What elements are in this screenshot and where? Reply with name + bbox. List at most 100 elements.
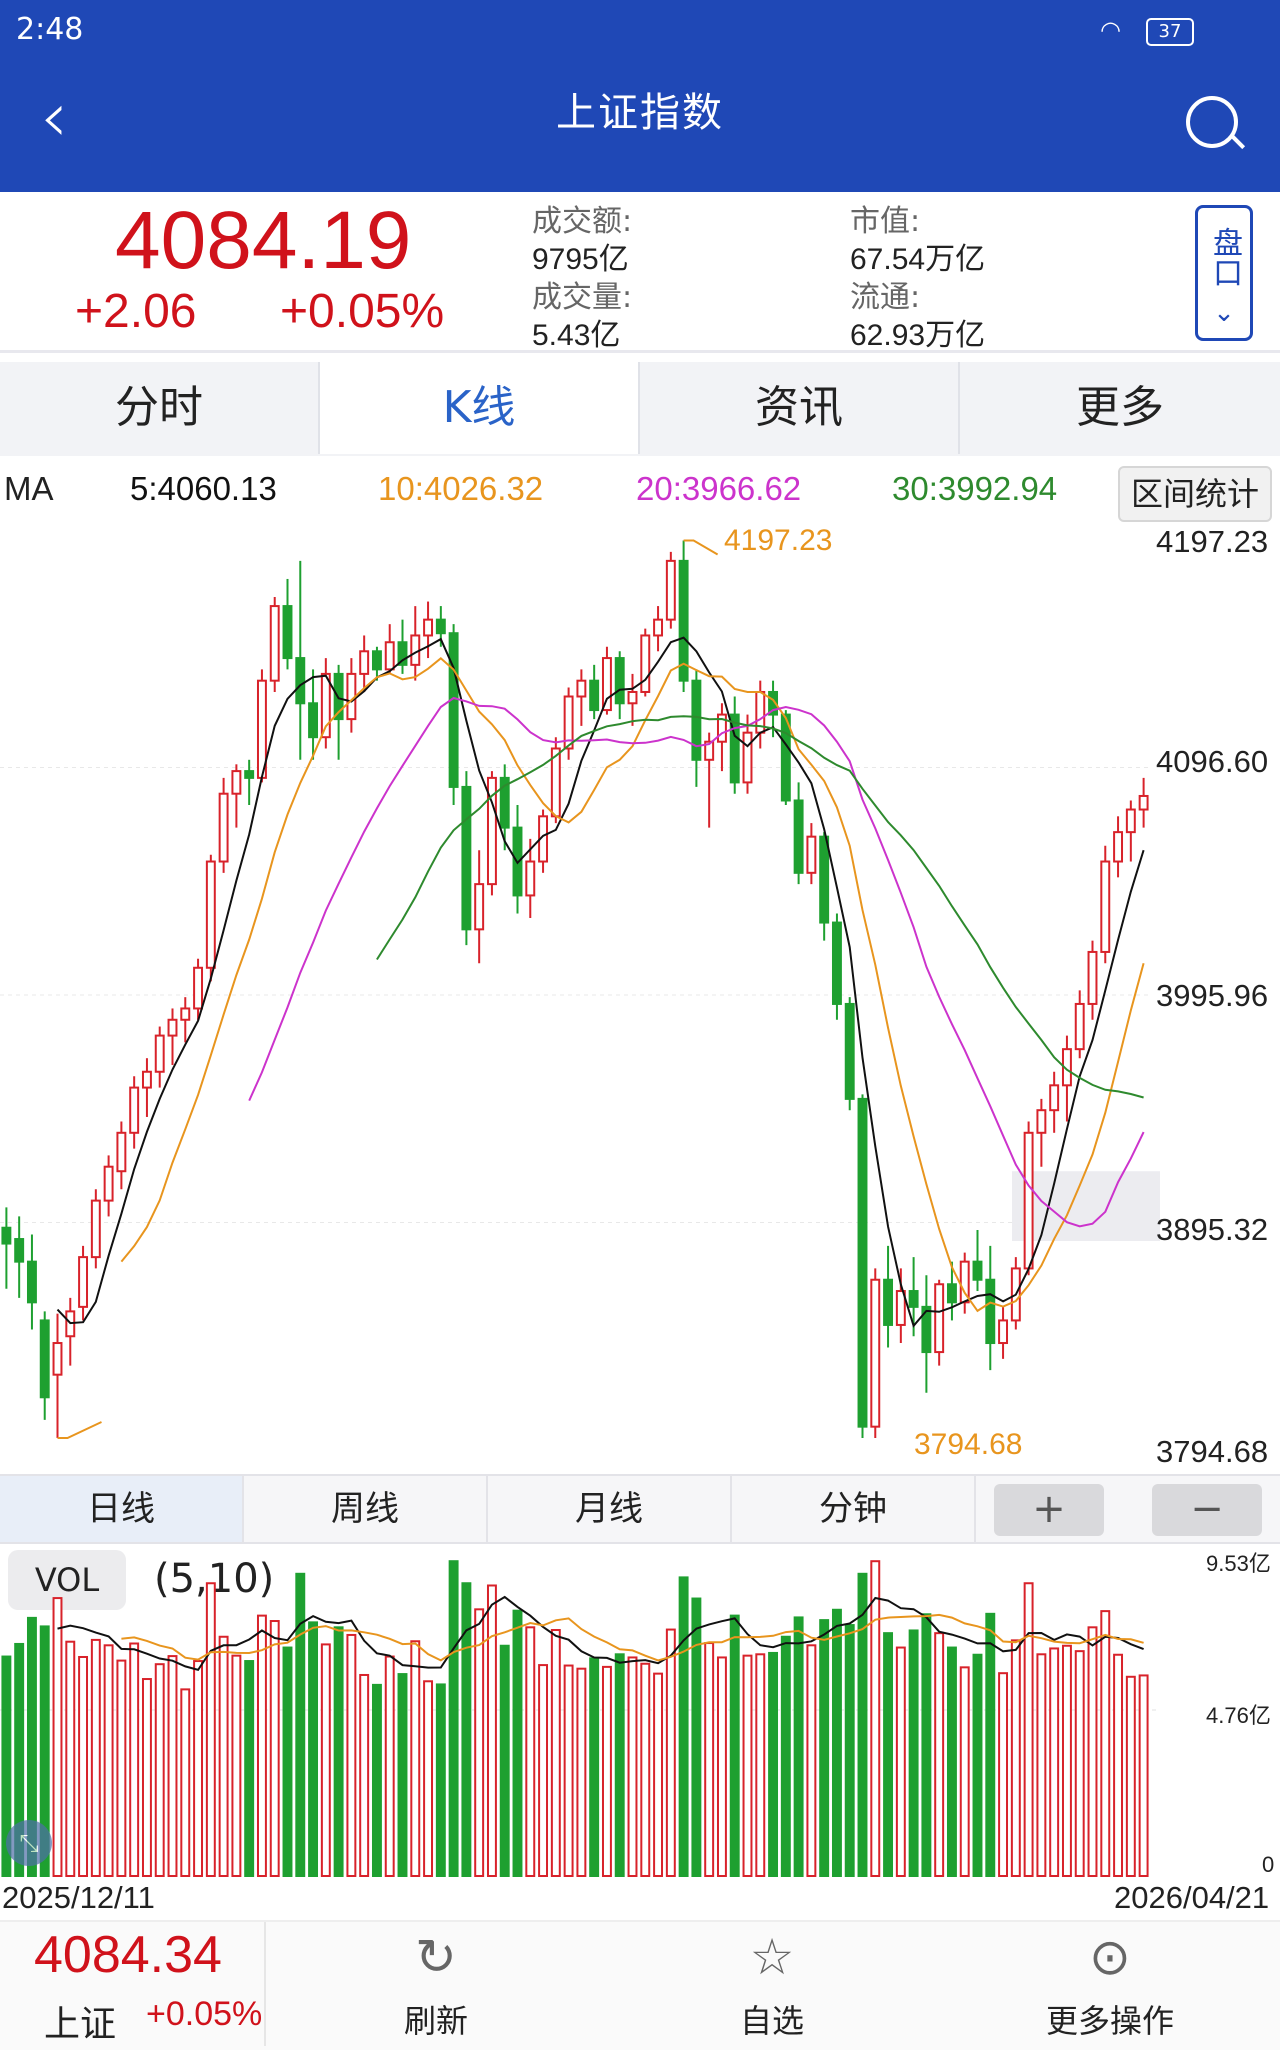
- pankou-button[interactable]: 盘口 ⌄: [1195, 205, 1253, 341]
- volume-bar: [397, 1673, 408, 1877]
- candle-body: [742, 731, 753, 784]
- ma-label: MA: [4, 470, 54, 507]
- refresh-icon[interactable]: ↻: [376, 1928, 496, 1986]
- ma10-value: 10:4026.32: [378, 470, 544, 507]
- tab-news[interactable]: 资讯: [640, 362, 960, 454]
- star-icon[interactable]: ☆: [712, 1928, 832, 1986]
- volume-bar: [576, 1667, 587, 1877]
- volume-bar: [282, 1646, 293, 1877]
- volume-bar: [985, 1612, 996, 1878]
- vol-tick-label: 4.76亿: [1206, 1703, 1271, 1728]
- volume-bar: [665, 1628, 676, 1878]
- zoom-in-button[interactable]: +: [994, 1484, 1104, 1536]
- bottom-price: 4084.34: [34, 1926, 222, 1984]
- candle-body: [359, 650, 370, 675]
- volume-chart[interactable]: [0, 1540, 1200, 1880]
- candle-body: [116, 1131, 127, 1173]
- more-actions-label[interactable]: 更多操作: [1020, 1996, 1200, 2042]
- candle-body: [39, 1319, 50, 1399]
- candle-body: [371, 650, 382, 671]
- volume-bar: [52, 1597, 63, 1877]
- divider: [0, 350, 1280, 353]
- y-tick-label: 3895.32: [1156, 1212, 1269, 1247]
- search-icon[interactable]: [1186, 96, 1238, 148]
- volume-bar: [691, 1597, 702, 1877]
- candle-body: [883, 1278, 894, 1326]
- ma30-value: 30:3992.94: [892, 470, 1058, 507]
- high-leader: [683, 539, 719, 556]
- volume-bar: [256, 1614, 267, 1877]
- volume-bar: [857, 1572, 868, 1878]
- kline-chart[interactable]: [0, 520, 1280, 1470]
- interval-stats-button[interactable]: 区间统计: [1118, 466, 1272, 522]
- tab-kline[interactable]: K线: [320, 362, 640, 454]
- volume-bar: [359, 1673, 370, 1877]
- volume-bar: [180, 1688, 191, 1877]
- candle-body: [435, 618, 446, 635]
- volume-bar: [116, 1659, 127, 1878]
- candle-body: [653, 618, 664, 637]
- candle-body: [1023, 1131, 1034, 1270]
- ma10-line: [120, 656, 1145, 1313]
- volume-bar: [870, 1560, 881, 1877]
- volume-bar: [461, 1582, 472, 1877]
- candle-body: [640, 634, 651, 693]
- candle-body: [244, 770, 255, 779]
- volume-bar: [614, 1653, 625, 1877]
- y-tick-label: 4197.23: [1156, 524, 1269, 559]
- volume-bar: [793, 1616, 804, 1877]
- volume-bar: [499, 1644, 510, 1877]
- volume-bar: [129, 1642, 140, 1877]
- zoom-out-button[interactable]: −: [1152, 1484, 1262, 1536]
- volume-bar: [346, 1633, 357, 1877]
- volume-bar: [65, 1640, 76, 1877]
- volume-bar: [831, 1608, 842, 1878]
- volume-bar: [844, 1624, 855, 1877]
- tab-more[interactable]: 更多: [960, 362, 1280, 454]
- candle-body: [1036, 1109, 1047, 1134]
- candle-body: [269, 605, 280, 682]
- volume-bar: [755, 1653, 766, 1877]
- candle-body: [1, 1226, 12, 1245]
- volume-bar: [627, 1656, 638, 1877]
- volume-bar: [946, 1646, 957, 1877]
- candle-body: [129, 1086, 140, 1134]
- volume-bar: [934, 1632, 945, 1877]
- expand-icon[interactable]: ⤡: [6, 1820, 52, 1866]
- tab-timeshare[interactable]: 分时: [0, 362, 320, 454]
- candle-body: [103, 1165, 114, 1202]
- candle-body: [1100, 860, 1111, 953]
- candle-body: [154, 1034, 165, 1073]
- volume-bar: [1074, 1650, 1085, 1878]
- candle-body: [601, 657, 612, 712]
- end-date: 2026/04/21: [1114, 1880, 1270, 1915]
- volume-bar: [653, 1672, 664, 1877]
- volume-bar: [512, 1609, 523, 1878]
- price-change: +2.06: [75, 285, 197, 338]
- candle-body: [1087, 950, 1098, 1005]
- candle-body: [448, 632, 459, 788]
- more-dots-icon[interactable]: ⊙: [1050, 1928, 1170, 1986]
- float-value: 62.93万亿: [850, 319, 986, 352]
- volume-bar: [921, 1613, 932, 1878]
- candle-body: [308, 702, 319, 739]
- y-tick-label: 4096.60: [1156, 744, 1269, 779]
- volume-bar: [780, 1635, 791, 1877]
- volume-bar: [308, 1621, 319, 1877]
- watchlist-label[interactable]: 自选: [682, 1996, 862, 2042]
- high-annotation: 4197.23: [724, 524, 833, 557]
- tab-monthly[interactable]: 月线: [488, 1476, 732, 1542]
- volume-bar: [154, 1663, 165, 1877]
- tab-minute[interactable]: 分钟: [732, 1476, 976, 1542]
- candle-body: [14, 1238, 25, 1263]
- tab-daily[interactable]: 日线: [0, 1476, 244, 1542]
- candle-body: [231, 770, 242, 795]
- volume-bar: [1036, 1653, 1047, 1877]
- pankou-label: 盘口: [1207, 227, 1242, 287]
- tab-weekly[interactable]: 周线: [244, 1476, 488, 1542]
- refresh-label[interactable]: 刷新: [346, 1996, 526, 2042]
- nav-bar: ‹ 上证指数: [0, 60, 1280, 192]
- volume-bar: [1061, 1644, 1072, 1877]
- bottom-name: 上证: [44, 2004, 117, 2045]
- volume-bar: [716, 1656, 727, 1877]
